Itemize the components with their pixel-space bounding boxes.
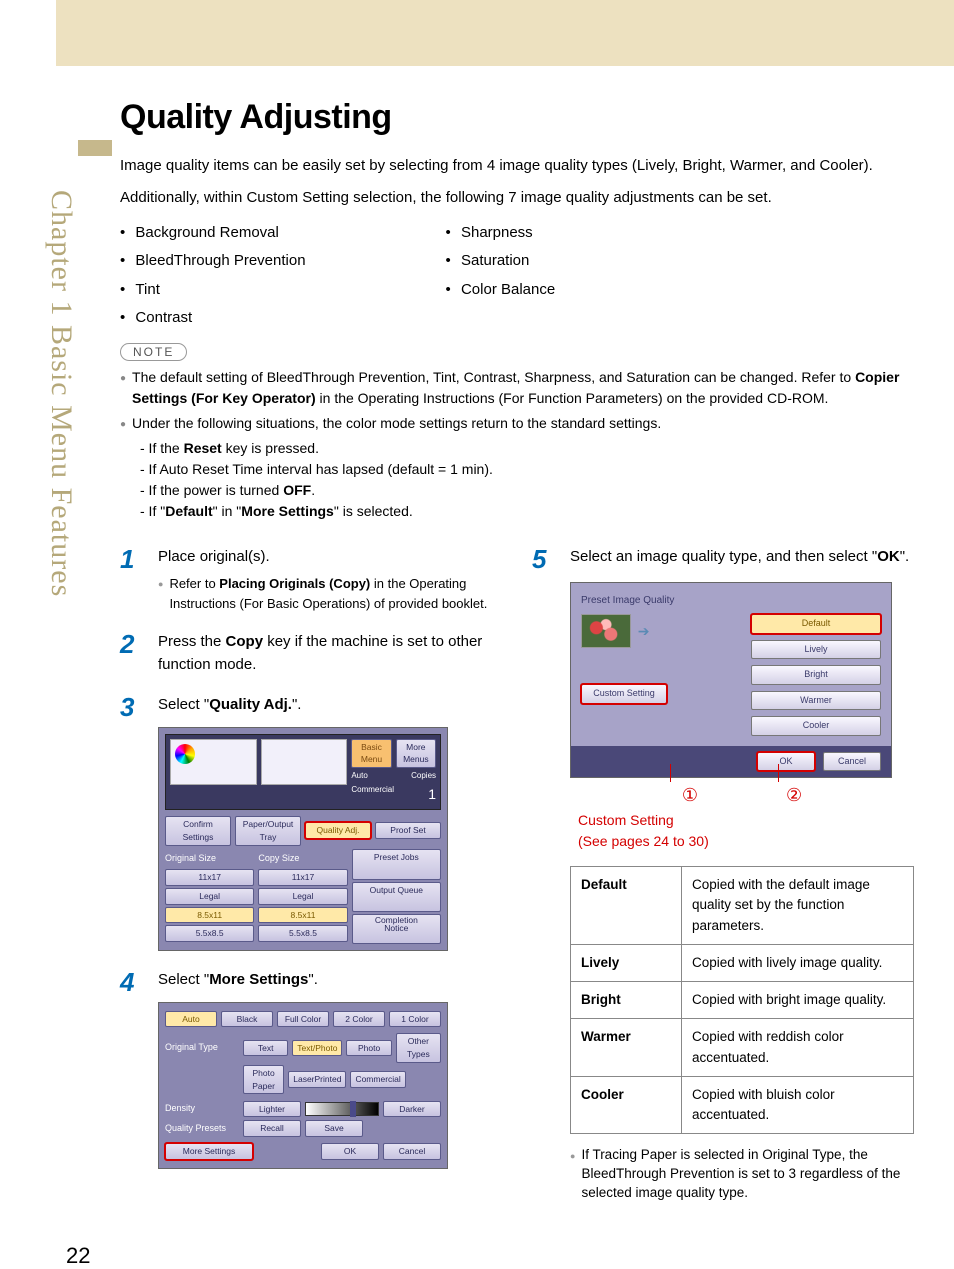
color-tab[interactable]: Full Color — [277, 1011, 329, 1028]
size-button[interactable]: 11x17 — [165, 869, 254, 886]
size-button[interactable]: 5.5x8.5 — [165, 925, 254, 942]
orig-type-button[interactable]: Photo — [346, 1040, 391, 1057]
list-item: Color Balance — [446, 276, 556, 305]
quality-type-table: DefaultCopied with the default image qua… — [570, 866, 914, 1134]
quality-item-list: Background Removal BleedThrough Preventi… — [120, 219, 914, 333]
list-item: BleedThrough Prevention — [120, 247, 306, 276]
color-tab[interactable]: 2 Color — [333, 1011, 385, 1028]
step-number: 3 — [120, 694, 146, 951]
lighter-button[interactable]: Lighter — [243, 1101, 301, 1118]
note-body: The default setting of BleedThrough Prev… — [120, 367, 914, 522]
size-button[interactable]: Legal — [258, 888, 347, 905]
accent-bar — [78, 140, 112, 156]
orig-type-button[interactable]: Text/Photo — [292, 1040, 342, 1057]
preset-warmer-button[interactable]: Warmer — [751, 691, 881, 711]
footnote: If Tracing Paper is selected in Original… — [570, 1146, 914, 1203]
cancel-button[interactable]: Cancel — [383, 1143, 441, 1160]
step-text: Select "Quality Adj.". — [158, 694, 502, 717]
step-minor-note: Refer to Placing Originals (Copy) in the… — [158, 574, 502, 613]
step-number: 2 — [120, 631, 146, 676]
preset-bright-button[interactable]: Bright — [751, 665, 881, 685]
size-button[interactable]: Legal — [165, 888, 254, 905]
output-queue-button[interactable]: Output Queue — [352, 882, 441, 912]
orig-type-button[interactable]: Text — [243, 1040, 288, 1057]
size-button[interactable]: 8.5x11 — [258, 907, 347, 924]
page-title: Quality Adjusting — [120, 98, 914, 137]
list-item: Saturation — [446, 247, 556, 276]
paper-output-tray-button[interactable]: Paper/Output Tray — [235, 816, 301, 846]
proof-set-button[interactable]: Proof Set — [375, 822, 441, 839]
darker-button[interactable]: Darker — [383, 1101, 441, 1118]
page-number: 22 — [66, 1243, 90, 1269]
orig-type-button[interactable]: Other Types — [396, 1033, 441, 1063]
recall-button[interactable]: Recall — [243, 1120, 301, 1137]
color-tab[interactable]: 1 Color — [389, 1011, 441, 1028]
orig-type-button[interactable]: Photo Paper — [243, 1065, 284, 1095]
more-menus-tab[interactable]: More Menus — [396, 739, 436, 769]
intro-1: Image quality items can be easily set by… — [120, 155, 914, 177]
list-item: Background Removal — [120, 219, 306, 248]
preset-default-button[interactable]: Default — [751, 614, 881, 634]
size-button[interactable]: 8.5x11 — [165, 907, 254, 924]
color-tab[interactable]: Black — [221, 1011, 273, 1028]
quality-adj-button[interactable]: Quality Adj. — [305, 822, 371, 839]
more-settings-button[interactable]: More Settings — [165, 1143, 253, 1160]
step-number: 1 — [120, 546, 146, 614]
color-tab[interactable]: Auto — [165, 1011, 217, 1028]
step-text: Place original(s). — [158, 546, 502, 569]
chapter-sidebar-label: Chapter 1 Basic Menu Features — [44, 190, 78, 597]
ok-button[interactable]: OK — [321, 1143, 379, 1160]
list-item: Contrast — [120, 304, 306, 333]
callout-numbers: ① ② — [570, 782, 914, 806]
step-number: 5 — [532, 546, 558, 1203]
step-text: Select an image quality type, and then s… — [570, 546, 914, 569]
cancel-button[interactable]: Cancel — [823, 752, 881, 772]
list-item: Tint — [120, 276, 306, 305]
basic-menu-tab[interactable]: Basic Menu — [351, 739, 391, 769]
note-label: NOTE — [120, 343, 187, 361]
intro-2: Additionally, within Custom Setting sele… — [120, 187, 914, 209]
save-button[interactable]: Save — [305, 1120, 363, 1137]
preset-lively-button[interactable]: Lively — [751, 640, 881, 660]
orig-type-button[interactable]: LaserPrinted — [288, 1071, 346, 1088]
rainbow-icon — [175, 744, 195, 764]
preset-jobs-button[interactable]: Preset Jobs — [352, 849, 441, 879]
arrow-right-icon: ➔ — [638, 621, 650, 642]
confirm-settings-button[interactable]: Confirm Settings — [165, 816, 231, 846]
completion-notice-button[interactable]: Completion Notice — [352, 914, 441, 944]
step-text: Select "More Settings". — [158, 969, 502, 992]
copier-basic-menu-screenshot: Basic Menu More Menus AutoCopies Commerc… — [158, 727, 448, 952]
size-button[interactable]: 11x17 — [258, 869, 347, 886]
step-number: 4 — [120, 969, 146, 1169]
preset-cooler-button[interactable]: Cooler — [751, 716, 881, 736]
ok-button[interactable]: OK — [757, 752, 815, 772]
step-text: Press the Copy key if the machine is set… — [158, 631, 502, 676]
list-item: Sharpness — [446, 219, 556, 248]
size-button[interactable]: 5.5x8.5 — [258, 925, 347, 942]
callout-text: Custom Setting (See pages 24 to 30) — [578, 810, 914, 852]
quality-adj-screenshot: Auto Black Full Color 2 Color 1 Color Or… — [158, 1002, 448, 1170]
custom-setting-button[interactable]: Custom Setting — [581, 684, 667, 704]
top-band — [56, 0, 954, 66]
density-slider[interactable] — [305, 1102, 379, 1116]
orig-type-button[interactable]: Commercial — [350, 1071, 405, 1088]
preview-thumbnail — [581, 614, 631, 648]
preset-image-quality-screenshot: Preset Image Quality ➔ Custom Setting De… — [570, 582, 892, 778]
